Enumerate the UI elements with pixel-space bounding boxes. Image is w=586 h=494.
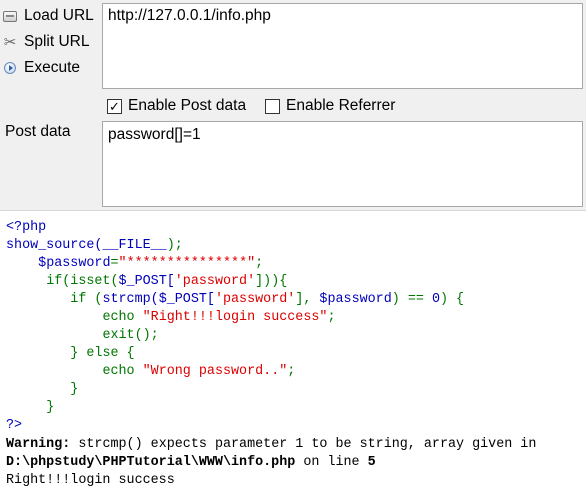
execute-label: Execute	[24, 59, 81, 76]
load-url-label: Load URL	[24, 7, 94, 24]
php-output: Warning: strcmp() expects parameter 1 to…	[6, 437, 537, 488]
split-url-label: Split URL	[24, 33, 90, 50]
php-source-code: <?php show_source(__FILE__); $password="…	[6, 220, 465, 433]
enable-post-checkbox[interactable]: ✓ Enable Post data	[107, 96, 246, 116]
load-url-icon	[2, 8, 18, 24]
post-data-label: Post data	[5, 123, 71, 140]
warning-message: strcmp() expects parameter 1 to be strin…	[70, 437, 537, 452]
line-number: 5	[367, 455, 376, 470]
file-path: D:\phpstudy\PHPTutorial\WWW\info.php	[6, 455, 296, 470]
checkbox-checked-icon: ✓	[107, 98, 122, 114]
post-data-input[interactable]: password[]=1	[102, 121, 583, 207]
checkbox-unchecked-icon	[265, 98, 280, 114]
warning-label: Warning	[6, 437, 63, 452]
enable-referrer-checkbox[interactable]: Enable Referrer	[265, 96, 395, 116]
scissors-icon: ✂	[3, 33, 17, 51]
enable-referrer-label: Enable Referrer	[286, 97, 396, 114]
url-input[interactable]: http://127.0.0.1/info.php	[102, 3, 583, 89]
load-url-button[interactable]: Load URL	[2, 4, 94, 28]
execute-button[interactable]: Execute	[2, 56, 80, 80]
result-text: Right!!!login success	[6, 473, 175, 488]
split-url-button[interactable]: ✂ Split URL	[2, 30, 90, 54]
enable-post-label: Enable Post data	[128, 97, 247, 114]
execute-icon	[2, 60, 18, 76]
hackbar-panel: Load URL ✂ Split URL Execute http://127.…	[0, 0, 586, 211]
